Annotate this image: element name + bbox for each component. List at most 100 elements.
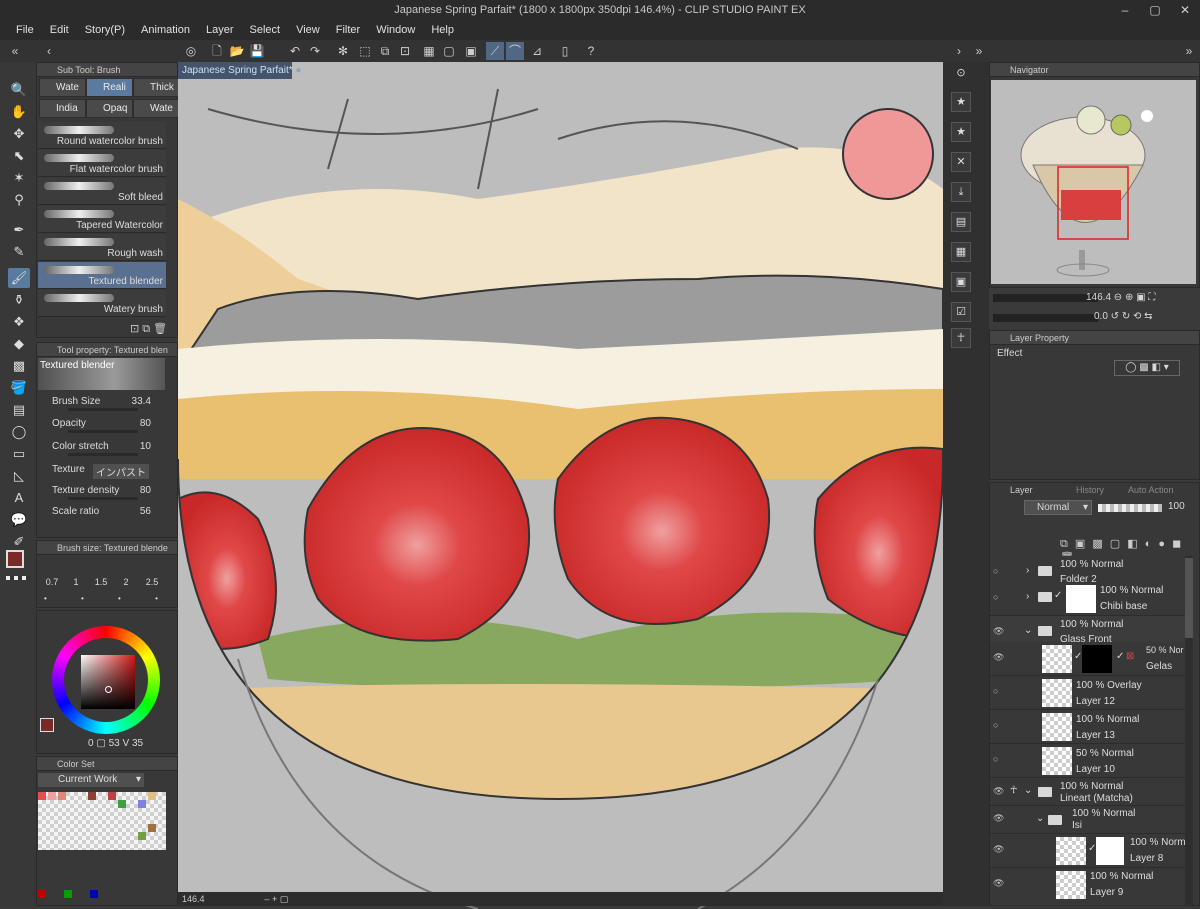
device-icon[interactable]: ▯: [556, 42, 574, 60]
correct-line-icon[interactable]: ✐: [8, 532, 30, 552]
opacity-slider[interactable]: [1098, 504, 1162, 512]
brush-size-preset[interactable]: 0.7: [40, 577, 64, 587]
magic-wand-icon[interactable]: ✶: [8, 168, 30, 188]
brush-item[interactable]: Round watercolor brush: [38, 122, 166, 149]
prop-texture-density[interactable]: Texture density 80: [40, 485, 165, 505]
subtool-tab-watercolor[interactable]: Wate: [39, 78, 86, 97]
document-icon[interactable]: ▤: [951, 212, 971, 232]
collapse-right-icon-2[interactable]: »: [970, 42, 988, 60]
menu-story[interactable]: Story(P): [77, 20, 133, 40]
gradient-icon[interactable]: ▤: [8, 400, 30, 420]
color-swatch[interactable]: [38, 890, 46, 898]
brush-item-selected[interactable]: Textured blender: [38, 262, 166, 289]
redo-icon[interactable]: ↷: [306, 42, 324, 60]
collapse-left-icon[interactable]: «: [6, 42, 24, 60]
layer-row-isi[interactable]: 👁 ⌄ 100 % Normal Isi: [990, 806, 1185, 834]
clip-studio-icon[interactable]: ◎: [182, 42, 200, 60]
visibility-toggle[interactable]: ○: [993, 720, 998, 730]
visibility-toggle[interactable]: ○: [993, 754, 998, 764]
pencil-icon[interactable]: ✎: [8, 242, 30, 262]
zoom-icon[interactable]: 🔍: [8, 80, 30, 100]
sv-square[interactable]: [81, 655, 135, 709]
menu-window[interactable]: Window: [368, 20, 423, 40]
visibility-toggle[interactable]: ○: [993, 592, 998, 602]
text-icon[interactable]: A: [8, 488, 30, 508]
color-swatch[interactable]: [118, 800, 126, 808]
visibility-toggle[interactable]: ○: [993, 566, 998, 576]
layer-row-layer-9[interactable]: 👁 100 % Normal Layer 9: [990, 868, 1185, 906]
visibility-toggle[interactable]: ○: [993, 686, 998, 696]
collapse-right-icon[interactable]: ›: [950, 42, 968, 60]
brush-size-preset[interactable]: 2.5: [140, 577, 164, 587]
color-swatch[interactable]: [48, 792, 56, 800]
layer-row-layer-10[interactable]: ○ 50 % Normal Layer 10: [990, 744, 1185, 778]
subtool-actions-icon[interactable]: ⊡ ⧉ 🗑: [130, 322, 167, 336]
canvas-area[interactable]: [178, 62, 943, 909]
material-icon[interactable]: ★: [951, 92, 971, 112]
subtool-tab-thick[interactable]: Thick: [133, 78, 180, 97]
menu-layer[interactable]: Layer: [198, 20, 242, 40]
minimize-icon[interactable]: –: [1110, 0, 1140, 20]
visibility-toggle[interactable]: 👁: [993, 844, 1004, 855]
brush-size-preset[interactable]: 1.5: [89, 577, 113, 587]
material-icon-2[interactable]: ★: [951, 122, 971, 142]
menu-select[interactable]: Select: [242, 20, 289, 40]
color-swatch[interactable]: [58, 792, 66, 800]
download-icon[interactable]: ⤓: [951, 182, 971, 202]
fill-icon[interactable]: 🪣: [8, 378, 30, 398]
collapse-far-right-icon[interactable]: »: [1180, 42, 1198, 60]
brush-item[interactable]: Soft bleed: [38, 178, 166, 205]
brush-size-preset[interactable]: 1: [64, 577, 88, 587]
snap-grid-icon[interactable]: ⊿: [528, 42, 546, 60]
prop-opacity[interactable]: Opacity 80: [40, 418, 165, 438]
eraser-icon[interactable]: ◆: [8, 334, 30, 354]
layer-row-chibi-base[interactable]: ○ › ✓ 100 % Normal Chibi base: [990, 582, 1185, 616]
navigator-angle-value[interactable]: 0.0 ↺ ↻ ⟲ ⇆: [1094, 311, 1153, 322]
menu-view[interactable]: View: [288, 20, 328, 40]
brush-item[interactable]: Rough wash: [38, 234, 166, 261]
menu-filter[interactable]: Filter: [328, 20, 368, 40]
save-icon[interactable]: 💾: [248, 42, 266, 60]
navigator-preview[interactable]: [991, 80, 1196, 284]
subtool-tab-realistic[interactable]: Reali: [86, 78, 133, 97]
move-icon[interactable]: ✥: [8, 124, 30, 144]
layer-row-lineart-matcha[interactable]: 👁 ☥ ⌄ 100 % Normal Lineart (Matcha): [990, 780, 1185, 806]
color-swatch[interactable]: [148, 824, 156, 832]
snap-ruler-icon[interactable]: ⟋: [486, 42, 504, 60]
operation-icon[interactable]: ⬉: [8, 146, 30, 166]
select-all-icon[interactable]: ▦: [420, 42, 438, 60]
main-color-swatch[interactable]: [6, 550, 24, 568]
undo-icon[interactable]: ↶: [286, 42, 304, 60]
invert-selection-icon[interactable]: ▣: [462, 42, 480, 60]
figure-3d-icon[interactable]: ☥: [951, 328, 971, 348]
color-swatch[interactable]: [138, 832, 146, 840]
menu-animation[interactable]: Animation: [133, 20, 198, 40]
help-icon[interactable]: ?: [582, 42, 600, 60]
history-tab[interactable]: History: [1076, 485, 1104, 495]
transform-icon[interactable]: ⊡: [396, 42, 414, 60]
opacity-value[interactable]: 100: [1168, 501, 1185, 512]
prop-brush-size[interactable]: Brush Size 33.4: [40, 396, 165, 416]
figure-icon[interactable]: ◯: [8, 422, 30, 442]
gallery-icon[interactable]: ▦: [951, 242, 971, 262]
reference-icon[interactable]: ☥: [1010, 785, 1017, 796]
brush-item[interactable]: Flat watercolor brush: [38, 150, 166, 177]
color-swatch[interactable]: [90, 890, 98, 898]
blend-icon[interactable]: ▩: [8, 356, 30, 376]
main-color-small[interactable]: [40, 718, 54, 732]
ruler-icon[interactable]: ◺: [8, 466, 30, 486]
new-file-icon[interactable]: 🗋: [208, 42, 226, 60]
color-swatch[interactable]: [64, 890, 72, 898]
layer-tab[interactable]: Layer: [1010, 485, 1033, 495]
blend-mode-dropdown[interactable]: Normal ▾: [1024, 500, 1092, 515]
colorset-grid[interactable]: [38, 792, 166, 850]
clear-selection-icon[interactable]: ✻: [334, 42, 352, 60]
open-file-icon[interactable]: 📂: [228, 42, 246, 60]
visibility-toggle[interactable]: 👁: [993, 813, 1004, 824]
layer-scrollbar[interactable]: [1185, 556, 1193, 906]
brush-size-preset[interactable]: 2: [114, 577, 138, 587]
visibility-toggle[interactable]: 👁: [993, 878, 1004, 889]
prop-scale-ratio[interactable]: Scale ratio 56: [40, 506, 165, 526]
airbrush-icon[interactable]: ⚱: [8, 290, 30, 310]
navigator-zoom-value[interactable]: 146.4 ⊖ ⊕ ▣ ⛶: [1086, 292, 1155, 303]
